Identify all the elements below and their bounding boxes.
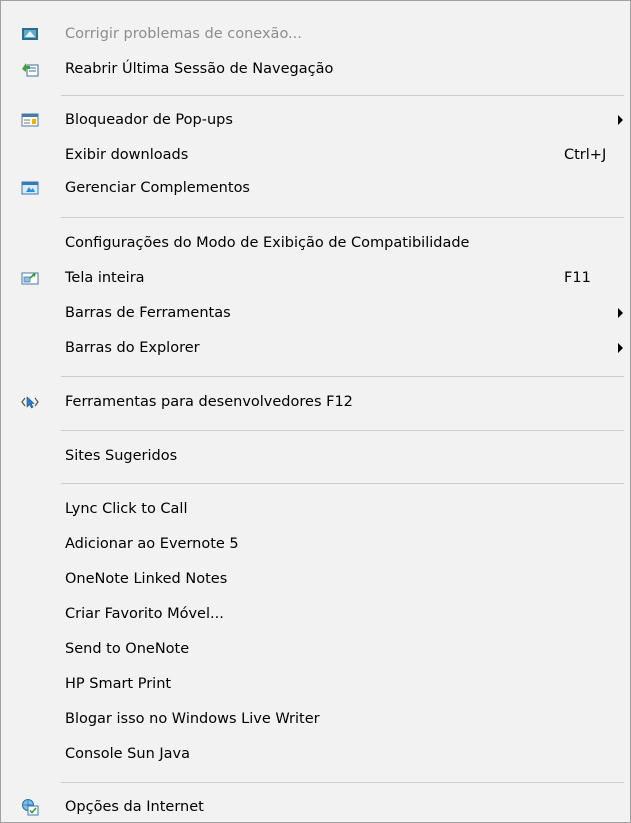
reopen-session-icon — [21, 60, 39, 78]
menu-separator — [61, 217, 624, 218]
tools-context-menu: Corrigir problemas de conexão... Reabrir… — [0, 0, 631, 823]
internet-options-icon — [21, 798, 39, 816]
menu-item-label: Configurações do Modo de Exibição de Com… — [65, 235, 470, 251]
menu-item-shortcut: F11 — [564, 270, 591, 286]
menu-item-popup-blocker[interactable]: Bloqueador de Pop-ups — [1, 104, 630, 136]
menu-item-label: Barras de Ferramentas — [65, 305, 231, 321]
menu-item-sun-java-console[interactable]: Console Sun Java — [1, 738, 630, 770]
menu-item-shortcut: Ctrl+J — [564, 147, 607, 163]
menu-item-send-to-onenote[interactable]: Send to OneNote — [1, 633, 630, 665]
submenu-arrow-icon — [618, 308, 623, 318]
menu-item-hp-smart-print[interactable]: HP Smart Print — [1, 668, 630, 700]
menu-separator — [61, 95, 624, 96]
menu-item-fix-connection-problems: Corrigir problemas de conexão... — [1, 18, 630, 50]
popup-blocker-icon — [21, 111, 39, 129]
menu-item-fullscreen[interactable]: Tela inteira F11 — [1, 262, 630, 294]
menu-item-label: Tela inteira — [65, 270, 145, 286]
network-repair-icon — [21, 25, 39, 43]
menu-item-label: Gerenciar Complementos — [65, 180, 250, 196]
developer-tools-icon — [21, 393, 39, 411]
menu-item-add-to-evernote[interactable]: Adicionar ao Evernote 5 — [1, 528, 630, 560]
menu-item-reopen-last-session[interactable]: Reabrir Última Sessão de Navegação — [1, 53, 630, 85]
menu-item-label: Exibir downloads — [65, 147, 189, 163]
menu-item-label: Criar Favorito Móvel... — [65, 606, 224, 622]
menu-separator — [61, 782, 624, 783]
menu-separator — [61, 376, 624, 377]
menu-item-label: Sites Sugeridos — [65, 448, 178, 464]
menu-item-label: HP Smart Print — [65, 676, 172, 692]
menu-item-view-downloads[interactable]: Exibir downloads Ctrl+J — [1, 139, 630, 171]
manage-addons-icon — [21, 179, 39, 197]
menu-separator — [61, 483, 624, 484]
submenu-arrow-icon — [618, 115, 623, 125]
menu-item-toolbars[interactable]: Barras de Ferramentas — [1, 297, 630, 329]
menu-item-internet-options[interactable]: Opções da Internet — [1, 791, 630, 823]
menu-item-compatibility-view-settings[interactable]: Configurações do Modo de Exibição de Com… — [1, 227, 630, 259]
menu-item-label: Console Sun Java — [65, 746, 190, 762]
menu-item-create-mobile-favorite[interactable]: Criar Favorito Móvel... — [1, 598, 630, 630]
menu-item-manage-addons[interactable]: Gerenciar Complementos — [1, 172, 630, 204]
menu-item-onenote-linked-notes[interactable]: OneNote Linked Notes — [1, 563, 630, 595]
menu-item-label: Corrigir problemas de conexão... — [65, 26, 302, 42]
menu-item-suggested-sites[interactable]: Sites Sugeridos — [1, 440, 630, 472]
menu-item-label: Opções da Internet — [65, 799, 204, 815]
menu-item-label: Barras do Explorer — [65, 340, 200, 356]
menu-item-blog-in-live-writer[interactable]: Blogar isso no Windows Live Writer — [1, 703, 630, 735]
fullscreen-icon — [21, 269, 39, 287]
menu-separator — [61, 430, 624, 431]
menu-item-label: OneNote Linked Notes — [65, 571, 228, 587]
submenu-arrow-icon — [618, 343, 623, 353]
menu-item-lync-click-to-call[interactable]: Lync Click to Call — [1, 493, 630, 525]
menu-item-label: Ferramentas para desenvolvedores F12 — [65, 394, 353, 410]
menu-item-label: Lync Click to Call — [65, 501, 188, 517]
menu-item-label: Adicionar ao Evernote 5 — [65, 536, 239, 552]
menu-item-label: Send to OneNote — [65, 641, 190, 657]
menu-item-label: Bloqueador de Pop-ups — [65, 112, 233, 128]
menu-item-label: Reabrir Última Sessão de Navegação — [65, 61, 334, 77]
menu-item-label: Blogar isso no Windows Live Writer — [65, 711, 320, 727]
menu-item-explorer-bars[interactable]: Barras do Explorer — [1, 332, 630, 364]
menu-item-developer-tools[interactable]: Ferramentas para desenvolvedores F12 — [1, 386, 630, 418]
